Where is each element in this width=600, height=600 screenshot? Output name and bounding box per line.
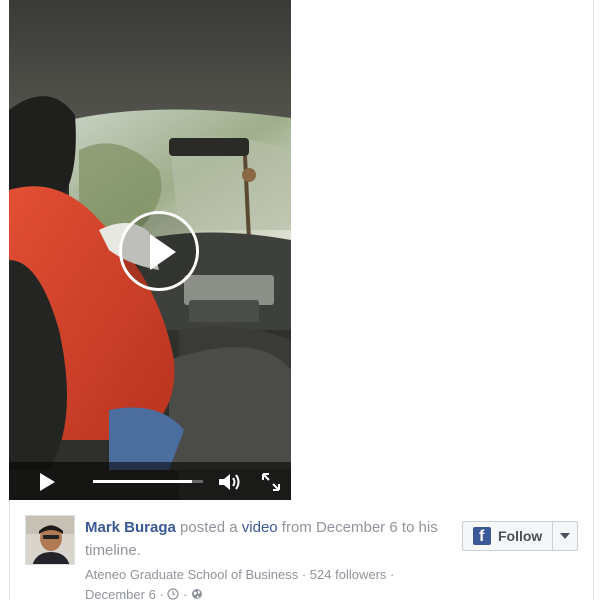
volume-icon [219, 474, 240, 490]
play-button[interactable] [37, 472, 57, 492]
progress-fill [93, 480, 192, 483]
timestamp-link[interactable]: December 6 [85, 587, 156, 600]
separator: · [159, 587, 164, 600]
fullscreen-button[interactable] [260, 471, 282, 493]
post-subline: Ateneo Graduate School of Business · 524… [85, 565, 465, 600]
play-icon [150, 234, 176, 270]
avatar[interactable] [25, 515, 75, 565]
followers-count: 524 followers [309, 567, 387, 582]
play-overlay-button[interactable] [119, 211, 199, 291]
volume-button[interactable] [217, 472, 243, 492]
separator: · [390, 567, 395, 582]
post-header: Mark Buraga posted a video from December… [85, 516, 465, 562]
author-name-link[interactable]: Mark Buraga [85, 519, 176, 536]
follow-button[interactable]: f Follow [463, 522, 553, 550]
chevron-down-icon [560, 533, 570, 539]
video-controls [9, 462, 291, 500]
video-player[interactable] [9, 0, 291, 500]
play-icon [40, 473, 55, 491]
follow-button-group: f Follow [462, 521, 578, 551]
globe-icon[interactable] [191, 588, 203, 600]
separator: · [301, 567, 307, 582]
clock-icon [167, 588, 180, 600]
follow-label: Follow [498, 528, 543, 544]
post-date-phrase: from December 6 [281, 519, 398, 536]
fullscreen-icon [262, 473, 280, 491]
post-verb: posted a [180, 519, 238, 536]
source-link[interactable]: Ateneo Graduate School of Business [85, 567, 298, 582]
separator: · [183, 587, 188, 600]
facebook-icon: f [473, 527, 491, 545]
video-link[interactable]: video [242, 519, 278, 536]
progress-bar[interactable] [93, 480, 203, 483]
follow-dropdown-button[interactable] [553, 522, 577, 550]
profile-photo [26, 516, 74, 564]
